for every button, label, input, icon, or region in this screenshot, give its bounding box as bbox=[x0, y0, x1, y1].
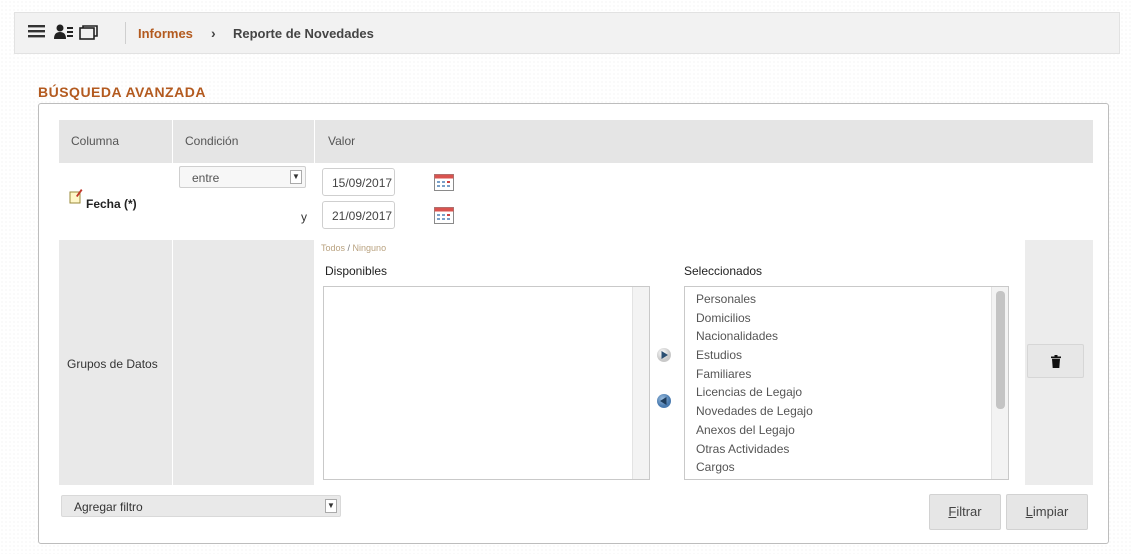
calendar-icon[interactable] bbox=[434, 174, 454, 191]
list-item[interactable]: Cargos bbox=[696, 458, 813, 477]
table-header: Columna Condición Valor bbox=[59, 120, 1093, 163]
scrollbar[interactable] bbox=[991, 287, 1008, 479]
breadcrumb-informes-link[interactable]: Informes bbox=[138, 26, 193, 41]
header-divider bbox=[314, 120, 315, 163]
list-item[interactable]: Otras Actividades bbox=[696, 440, 813, 459]
scrollbar[interactable] bbox=[632, 287, 649, 479]
trash-icon bbox=[1051, 355, 1061, 368]
available-listbox[interactable] bbox=[323, 286, 650, 480]
column-header-valor: Valor bbox=[328, 134, 356, 148]
top-bar: Informes › Reporte de Novedades bbox=[14, 12, 1120, 54]
column-header-columna: Columna bbox=[71, 134, 120, 148]
list-item[interactable]: Personales bbox=[696, 290, 813, 309]
calendar-icon[interactable] bbox=[434, 207, 454, 224]
list-item[interactable]: Anexos del Legajo bbox=[696, 421, 813, 440]
range-join-label: y bbox=[301, 210, 307, 224]
add-filter-select[interactable]: Agregar filtro ▼ bbox=[61, 495, 341, 517]
list-item[interactable]: Novedades de Legajo bbox=[696, 402, 813, 421]
chevron-down-icon: ▼ bbox=[325, 499, 337, 513]
list-item[interactable]: Estudios bbox=[696, 346, 813, 365]
list-item[interactable]: Licencias de Legajo bbox=[696, 383, 813, 402]
users-icon[interactable] bbox=[54, 23, 74, 41]
scrollbar-thumb[interactable] bbox=[996, 291, 1005, 409]
advanced-search-panel: Columna Condición Valor Fecha (*) entre … bbox=[38, 103, 1109, 544]
delete-filter-button[interactable] bbox=[1027, 344, 1084, 378]
add-filter-label: Agregar filtro bbox=[74, 500, 143, 514]
row-divider bbox=[172, 240, 173, 485]
breadcrumb-current: Reporte de Novedades bbox=[233, 26, 374, 41]
condition-select[interactable]: entre ▼ bbox=[179, 166, 306, 188]
filter-button[interactable]: Filtrar bbox=[929, 494, 1001, 530]
available-label: Disponibles bbox=[325, 264, 388, 278]
selected-label: Seleccionados bbox=[684, 264, 763, 278]
clear-button[interactable]: Limpiar bbox=[1006, 494, 1088, 530]
edit-note-icon bbox=[69, 189, 83, 204]
condition-value: entre bbox=[192, 171, 220, 185]
select-links-separator: / bbox=[345, 243, 353, 253]
selected-list: Personales Domicilios Nacionalidades Est… bbox=[696, 290, 813, 477]
select-all-link[interactable]: Todos bbox=[321, 243, 345, 253]
move-left-icon[interactable] bbox=[656, 393, 672, 409]
date-to-input[interactable]: 21/09/2017 bbox=[322, 201, 395, 229]
clear-button-mnemonic: L bbox=[1025, 504, 1033, 519]
select-none-link[interactable]: Ninguno bbox=[353, 243, 387, 253]
column-header-condicion: Condición bbox=[185, 134, 239, 148]
chevron-down-icon: ▼ bbox=[290, 170, 302, 184]
section-title: BÚSQUEDA AVANZADA bbox=[38, 84, 206, 100]
header-separator bbox=[125, 22, 126, 44]
header-divider bbox=[172, 120, 173, 163]
breadcrumb-chevron: › bbox=[211, 25, 216, 41]
filter-button-label: iltrar bbox=[956, 504, 982, 519]
list-item[interactable]: Nacionalidades bbox=[696, 327, 813, 346]
selected-listbox[interactable]: Personales Domicilios Nacionalidades Est… bbox=[684, 286, 1009, 480]
list-item[interactable]: Domicilios bbox=[696, 309, 813, 328]
grupos-label: Grupos de Datos bbox=[67, 357, 158, 371]
clear-button-label: impiar bbox=[1032, 504, 1069, 519]
date-from-input[interactable]: 15/09/2017 bbox=[322, 168, 395, 196]
menu-icon[interactable] bbox=[28, 23, 46, 39]
list-item[interactable]: Familiares bbox=[696, 365, 813, 384]
fecha-label: Fecha (*) bbox=[86, 197, 137, 211]
window-icon[interactable] bbox=[79, 25, 98, 41]
move-right-icon[interactable] bbox=[656, 347, 672, 363]
select-all-none: Todos / Ninguno bbox=[321, 243, 386, 253]
